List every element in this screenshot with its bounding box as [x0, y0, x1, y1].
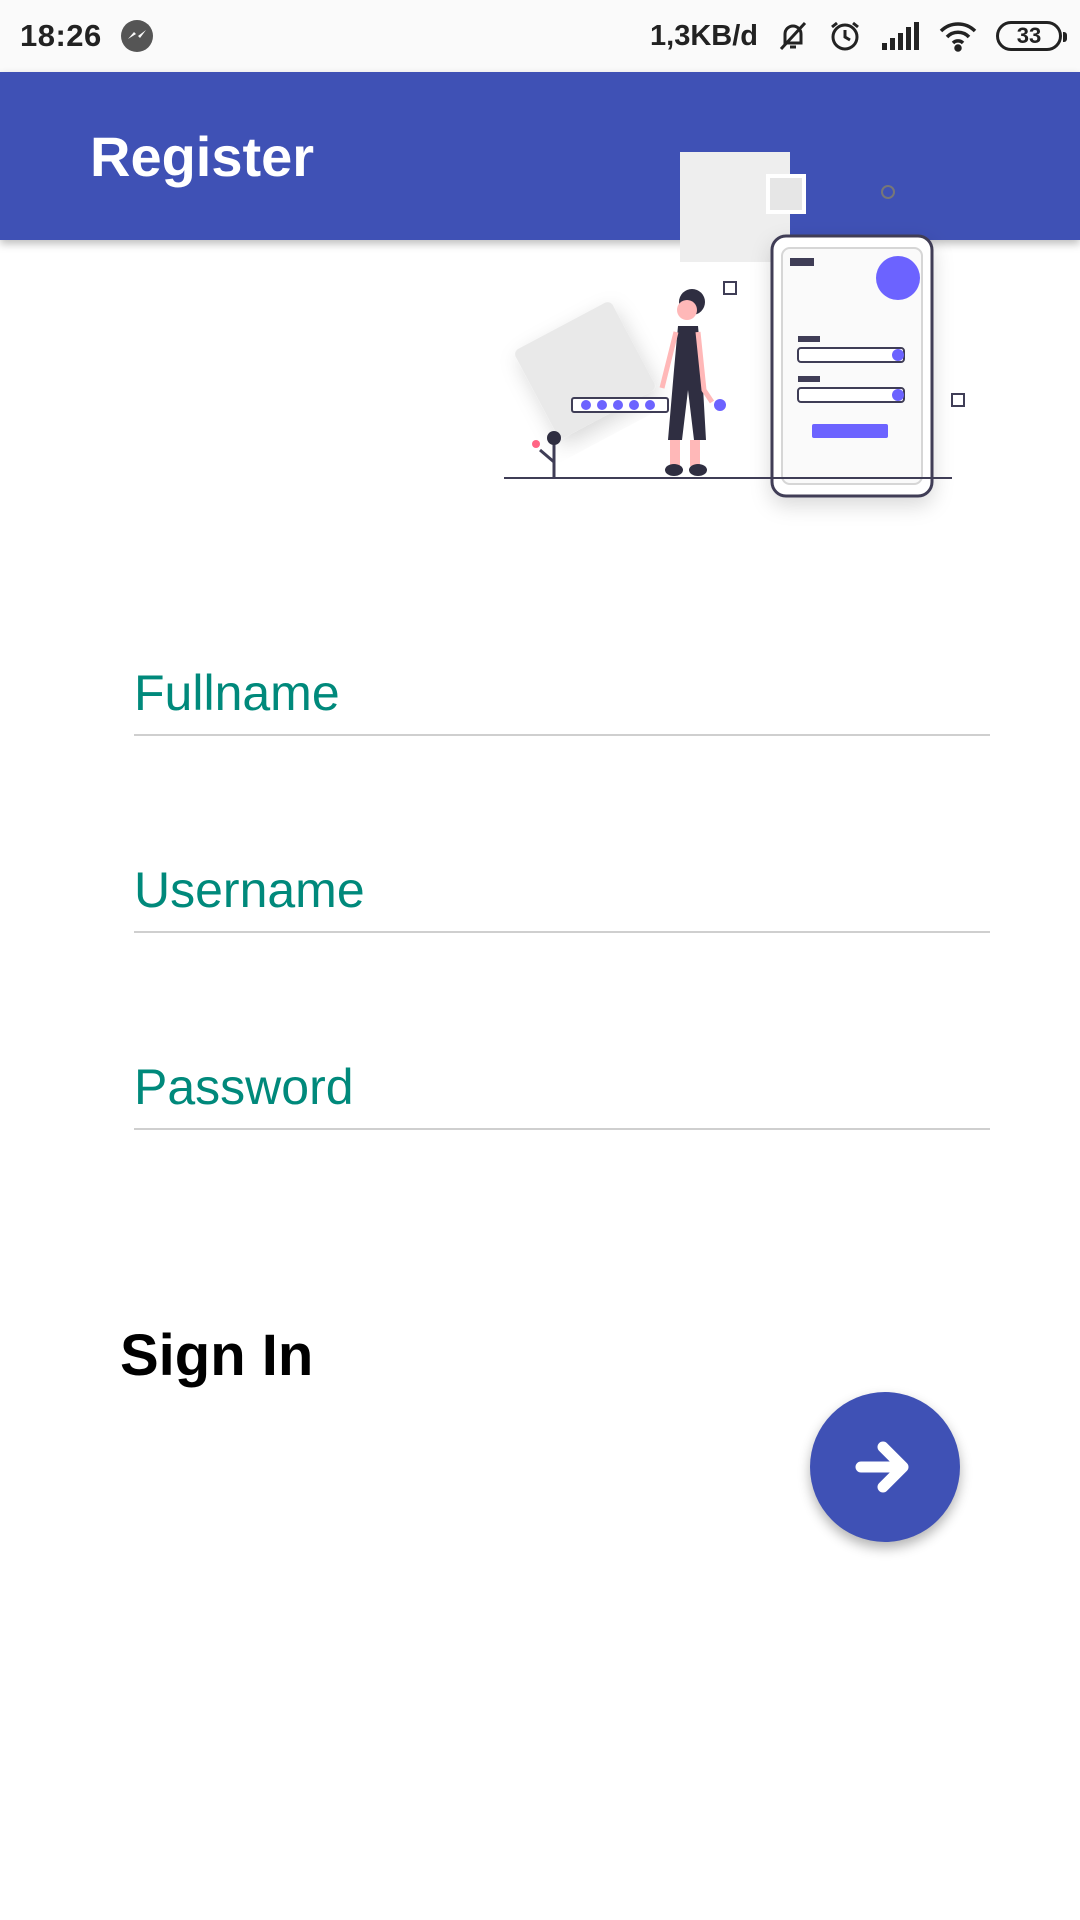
status-time: 18:26	[20, 18, 102, 53]
alarm-icon	[828, 19, 862, 53]
sign-in-link[interactable]: Sign In	[120, 1322, 313, 1389]
bell-muted-icon	[776, 19, 810, 53]
status-right: 1,3KB/d 33	[650, 19, 1067, 53]
password-field	[134, 1048, 990, 1130]
battery-icon: 33	[996, 21, 1067, 51]
password-input[interactable]	[134, 1048, 990, 1128]
battery-level: 33	[1016, 23, 1042, 48]
arrow-right-icon	[855, 1441, 909, 1493]
status-left: 18:26	[20, 18, 154, 54]
fullname-field	[134, 654, 990, 736]
messenger-icon	[120, 19, 154, 53]
status-bar: 18:26 1,3KB/d 33	[0, 0, 1080, 72]
submit-button[interactable]	[810, 1392, 960, 1542]
username-field	[134, 851, 990, 933]
fullname-input[interactable]	[134, 654, 990, 734]
wifi-icon	[938, 20, 978, 52]
net-speed: 1,3KB/d	[650, 19, 758, 52]
signal-icon	[880, 21, 920, 51]
username-input[interactable]	[134, 851, 990, 931]
register-illustration	[490, 140, 980, 560]
page-title: Register	[90, 125, 315, 188]
